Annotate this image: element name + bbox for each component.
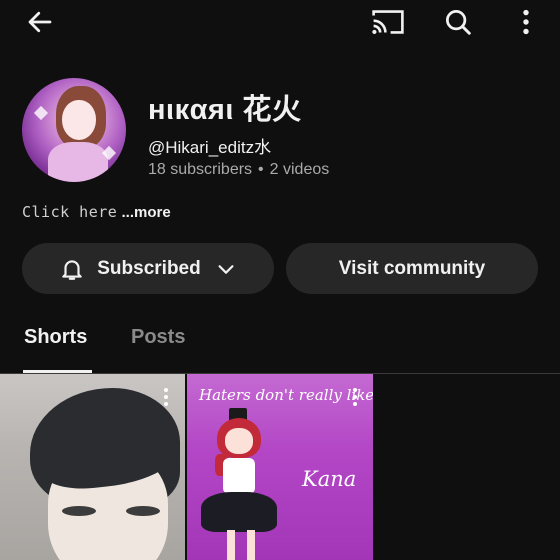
short-more-button[interactable] — [160, 388, 172, 410]
short-overlay-text: Kana — [302, 467, 357, 491]
avatar-sparkle — [33, 105, 49, 121]
kebab-dot — [353, 388, 357, 392]
avatar-art-body — [48, 142, 108, 182]
kebab-dot — [353, 395, 357, 399]
chevron-down-icon — [218, 264, 234, 274]
more-options-button[interactable] — [508, 4, 544, 40]
channel-avatar[interactable] — [22, 78, 126, 182]
kebab-dot — [353, 402, 357, 406]
short-art-face — [225, 428, 253, 454]
short-more-button[interactable] — [349, 388, 361, 410]
kebab-dot — [164, 388, 168, 392]
short-art-leg — [227, 530, 235, 560]
stats-separator: • — [258, 161, 264, 178]
channel-tabs: Shorts Posts — [0, 316, 560, 374]
channel-stats: 18 subscribers • 2 videos — [148, 161, 329, 179]
search-button[interactable] — [440, 4, 476, 40]
more-vertical-icon — [523, 9, 529, 35]
channel-handle: @Hikari_editz水 — [148, 138, 272, 157]
bell-icon — [62, 259, 82, 280]
short-art-torso — [223, 458, 255, 494]
subscriber-count: 18 subscribers — [148, 161, 253, 178]
avatar-art-face — [62, 100, 96, 140]
short-art-eye — [126, 506, 160, 516]
cast-button[interactable] — [370, 4, 406, 40]
channel-name: нιкαяι 花火 — [148, 94, 302, 126]
subscribed-button[interactable]: Subscribed — [22, 243, 274, 294]
tab-shorts[interactable]: Shorts — [24, 326, 87, 349]
arrow-left-icon — [28, 11, 52, 33]
short-thumbnail[interactable]: Haters don't really like Kana — [187, 374, 373, 560]
more-link[interactable]: ...more — [121, 204, 170, 221]
kebab-dot — [164, 395, 168, 399]
description-preview: Click here — [22, 203, 118, 221]
cast-icon — [372, 10, 404, 35]
back-button[interactable] — [22, 4, 58, 40]
top-app-bar — [0, 0, 560, 44]
visit-community-button[interactable]: Visit community — [286, 243, 538, 294]
subscribed-label: Subscribed — [97, 257, 201, 279]
short-art-leg — [247, 530, 255, 560]
active-tab-indicator — [23, 370, 92, 373]
video-count: 2 videos — [269, 161, 330, 178]
search-icon — [446, 10, 471, 35]
short-art-skirt — [201, 492, 277, 532]
channel-description[interactable]: Click here ...more — [22, 203, 171, 221]
kebab-dot — [164, 402, 168, 406]
short-caption: Haters don't really like — [199, 386, 373, 404]
tab-posts[interactable]: Posts — [131, 326, 185, 349]
visit-community-label: Visit community — [338, 257, 486, 279]
short-art-eye — [62, 506, 96, 516]
short-thumbnail[interactable] — [0, 374, 185, 560]
